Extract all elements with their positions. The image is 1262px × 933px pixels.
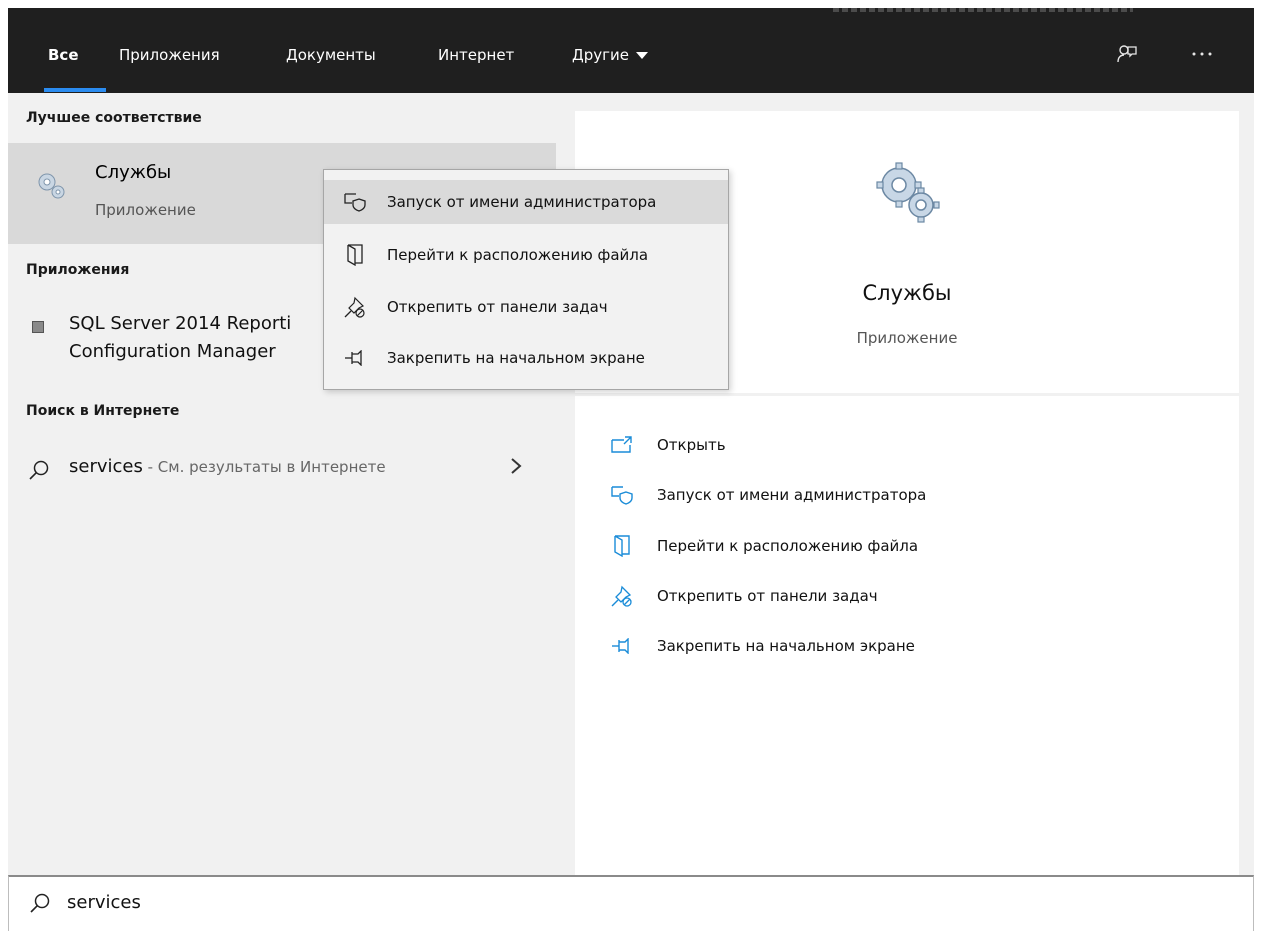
open-icon xyxy=(611,434,633,456)
pin-start-icon xyxy=(611,635,633,657)
tab-apps[interactable]: Приложения xyxy=(119,46,220,64)
menu-item-unpin-taskbar[interactable]: Открепить от панели задач xyxy=(324,285,728,329)
pin-start-icon xyxy=(344,347,366,369)
preview-actions-card: Открыть Запуск от имени администратора П… xyxy=(575,396,1239,875)
app-result-line2: Configuration Manager xyxy=(69,341,276,362)
best-match-subtitle: Приложение xyxy=(95,201,196,219)
action-open[interactable]: Открыть xyxy=(611,430,726,460)
menu-item-run-as-admin[interactable]: Запуск от имени администратора xyxy=(324,180,728,224)
tab-other-label: Другие xyxy=(572,46,629,64)
best-match-title: Службы xyxy=(95,162,172,183)
web-search-hint: - См. результаты в Интернете xyxy=(142,458,386,476)
context-menu: Запуск от имени администратора Перейти к… xyxy=(323,169,729,390)
tab-all[interactable]: Все xyxy=(48,46,79,64)
web-search-heading: Поиск в Интернете xyxy=(26,403,180,419)
chevron-right-icon[interactable] xyxy=(510,456,522,480)
menu-item-pin-start-label: Закрепить на начальном экране xyxy=(387,349,645,367)
tab-documents[interactable]: Документы xyxy=(286,46,376,64)
search-filter-bar: Все Приложения Документы Интернет Другие xyxy=(8,8,1254,93)
web-search-item[interactable]: services - См. результаты в Интернете xyxy=(8,451,556,491)
action-open-label: Открыть xyxy=(657,436,726,454)
open-file-location-icon xyxy=(611,535,633,557)
search-input[interactable] xyxy=(67,887,667,917)
services-gear-large-icon xyxy=(871,157,943,233)
action-pin-start-label: Закрепить на начальном экране xyxy=(657,637,915,655)
app-result-line1: SQL Server 2014 Reporti xyxy=(69,313,292,334)
action-unpin-taskbar[interactable]: Открепить от панели задач xyxy=(611,581,878,611)
tab-internet[interactable]: Интернет xyxy=(438,46,514,64)
caret-down-icon xyxy=(635,52,648,59)
tab-other[interactable]: Другие xyxy=(572,46,648,64)
services-gear-icon xyxy=(34,169,70,209)
unpin-taskbar-icon xyxy=(344,296,366,318)
action-open-file-location[interactable]: Перейти к расположению файла xyxy=(611,531,918,561)
apps-heading: Приложения xyxy=(26,262,130,278)
search-icon xyxy=(28,459,50,485)
search-icon xyxy=(29,892,51,918)
action-unpin-taskbar-label: Открепить от панели задач xyxy=(657,587,878,605)
web-search-query: services xyxy=(69,456,143,477)
run-as-admin-icon xyxy=(344,191,366,213)
action-pin-start[interactable]: Закрепить на начальном экране xyxy=(611,631,915,661)
menu-item-run-as-admin-label: Запуск от имени администратора xyxy=(387,193,657,211)
menu-item-unpin-taskbar-label: Открепить от панели задач xyxy=(387,298,608,316)
open-file-location-icon xyxy=(344,244,366,266)
feedback-icon[interactable] xyxy=(1109,38,1145,70)
action-run-as-admin-label: Запуск от имени администратора xyxy=(657,486,927,504)
action-open-file-location-label: Перейти к расположению файла xyxy=(657,537,919,555)
menu-item-open-file-location-label: Перейти к расположению файла xyxy=(387,246,649,264)
best-match-heading: Лучшее соответствие xyxy=(26,110,202,126)
run-as-admin-icon xyxy=(611,484,633,506)
search-bar xyxy=(8,875,1254,931)
active-tab-indicator xyxy=(44,88,106,92)
menu-item-open-file-location[interactable]: Перейти к расположению файла xyxy=(324,233,728,277)
action-run-as-admin[interactable]: Запуск от имени администратора xyxy=(611,480,926,510)
window-behind-edge xyxy=(833,8,1133,12)
more-options-icon[interactable] xyxy=(1184,38,1220,70)
sql-config-icon xyxy=(32,321,44,333)
unpin-taskbar-icon xyxy=(611,585,633,607)
menu-item-pin-start[interactable]: Закрепить на начальном экране xyxy=(324,336,728,380)
